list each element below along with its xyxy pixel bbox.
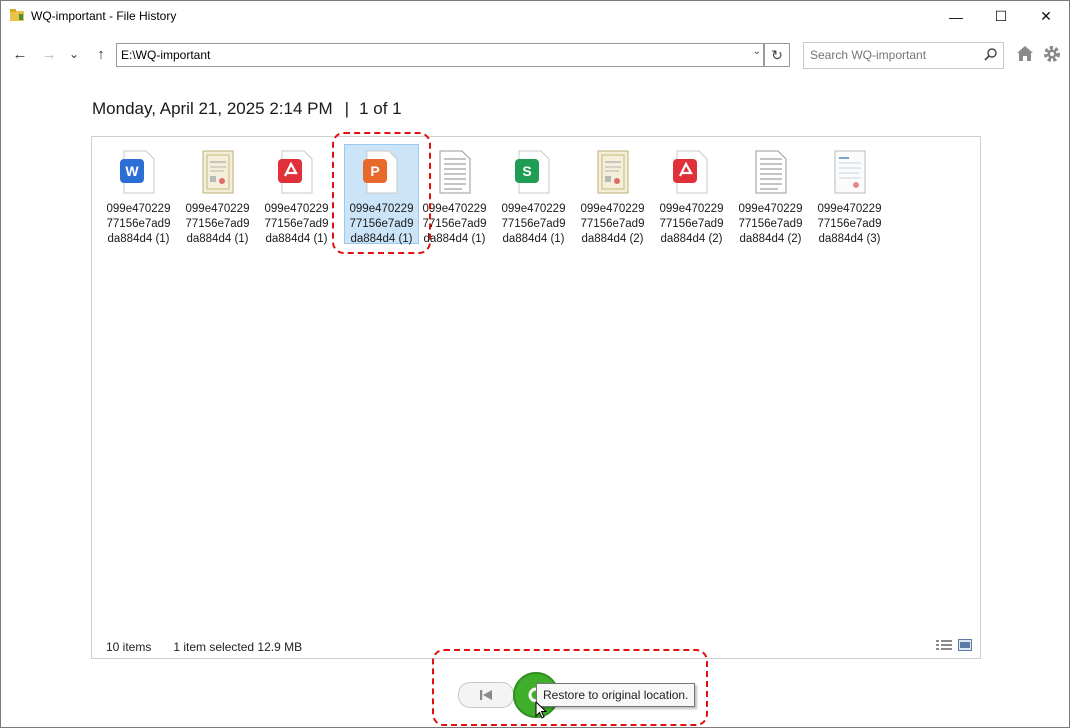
back-button[interactable]: ← [10,44,30,64]
chevron-down-icon: ⌄ [68,47,80,61]
minimize-button[interactable]: — [933,1,979,32]
file-name: 099e470229 77156e7ad9 da884d4 (1) [501,203,566,245]
navigation-bar: ← → ⌄ ↑ E:\WQ-important ⌄ ↻ [1,41,1069,69]
spreadsheet-file-icon: S [515,150,550,194]
certificate-image-icon [202,150,234,194]
large-icons-view-icon[interactable] [958,639,972,651]
details-view-icon[interactable] [936,639,952,651]
gear-icon[interactable] [1043,45,1061,63]
search-input[interactable] [808,47,977,63]
snapshot-position: 1 of 1 [359,99,402,118]
heading-separator: | [344,99,350,118]
forward-arrow-icon: → [41,45,57,63]
previous-version-button[interactable] [458,682,514,708]
minimize-icon: — [949,8,963,25]
text-file-icon [439,150,471,194]
search-icon[interactable] [984,48,997,61]
pdf-file-icon [673,150,708,194]
file-name: 099e470229 77156e7ad9 da884d4 (2) [580,203,645,245]
file-item[interactable]: S 099e470229 77156e7ad9 da884d4 (1) [497,145,570,245]
file-list-pane[interactable]: W 099e470229 77156e7ad9 da884d4 (1) 099e… [91,136,981,659]
certificate-image-icon [597,150,629,194]
text-file-icon [755,150,787,194]
restore-tooltip: Restore to original location. [536,683,696,707]
maximize-button[interactable]: ☐ [978,1,1024,32]
file-name: 099e470229 77156e7ad9 da884d4 (1) [106,203,171,245]
file-name: 099e470229 77156e7ad9 da884d4 (2) [659,203,724,245]
close-button[interactable]: ✕ [1023,1,1069,32]
window-title: WQ-important - File History [31,9,177,23]
refresh-icon: ↻ [771,46,783,63]
address-dropdown-icon[interactable]: ⌄ [753,46,761,57]
selected-file-highlight [332,132,431,254]
snapshot-date: Monday, April 21, 2025 2:14 PM [92,99,333,118]
address-text[interactable]: E:\WQ-important [121,48,210,62]
home-icon[interactable] [1016,45,1034,62]
pdf-file-icon [278,150,313,194]
file-item[interactable]: 099e470229 77156e7ad9 da884d4 (2) [655,145,728,245]
forward-button[interactable]: → [39,44,59,64]
file-history-window: WQ-important - File History — ☐ ✕ ← → ⌄ … [0,0,1070,728]
svg-text:S: S [522,163,531,179]
close-icon: ✕ [1040,8,1052,24]
skip-previous-icon [480,690,492,700]
svg-text:W: W [125,163,139,179]
search-box[interactable] [803,42,1004,69]
back-arrow-icon: ← [12,45,28,63]
file-item[interactable]: 099e470229 77156e7ad9 da884d4 (1) [181,145,254,245]
up-button[interactable]: ↑ [91,44,111,64]
status-bar: 10 items 1 item selected 12.9 MB [106,640,302,654]
snapshot-heading: Monday, April 21, 2025 2:14 PM | 1 of 1 [92,99,402,119]
file-name: 099e470229 77156e7ad9 da884d4 (2) [738,203,803,245]
file-item[interactable]: W 099e470229 77156e7ad9 da884d4 (1) [102,145,175,245]
word-doc-icon: W [120,150,155,194]
address-bar[interactable]: E:\WQ-important ⌄ [116,43,764,67]
item-count: 10 items [106,640,152,654]
file-item[interactable]: 099e470229 77156e7ad9 da884d4 (2) [734,145,807,245]
mouse-cursor-icon [535,701,547,719]
file-item[interactable]: 099e470229 77156e7ad9 da884d4 (2) [576,145,649,245]
view-switcher [936,639,972,651]
file-item[interactable]: 099e470229 77156e7ad9 da884d4 (1) [260,145,333,245]
refresh-button[interactable]: ↻ [764,43,790,67]
recent-locations-button[interactable]: ⌄ [64,44,84,64]
file-name: 099e470229 77156e7ad9 da884d4 (3) [817,203,882,245]
file-name: 099e470229 77156e7ad9 da884d4 (1) [264,203,329,245]
selection-info: 1 item selected 12.9 MB [173,640,303,654]
up-arrow-icon: ↑ [97,45,105,63]
maximize-icon: ☐ [994,8,1008,24]
file-item[interactable]: 099e470229 77156e7ad9 da884d4 (3) [813,145,886,245]
document-image-icon [834,150,866,194]
folder-history-icon [10,9,24,21]
file-name: 099e470229 77156e7ad9 da884d4 (1) [185,203,250,245]
title-bar: WQ-important - File History — ☐ ✕ [1,1,1069,32]
